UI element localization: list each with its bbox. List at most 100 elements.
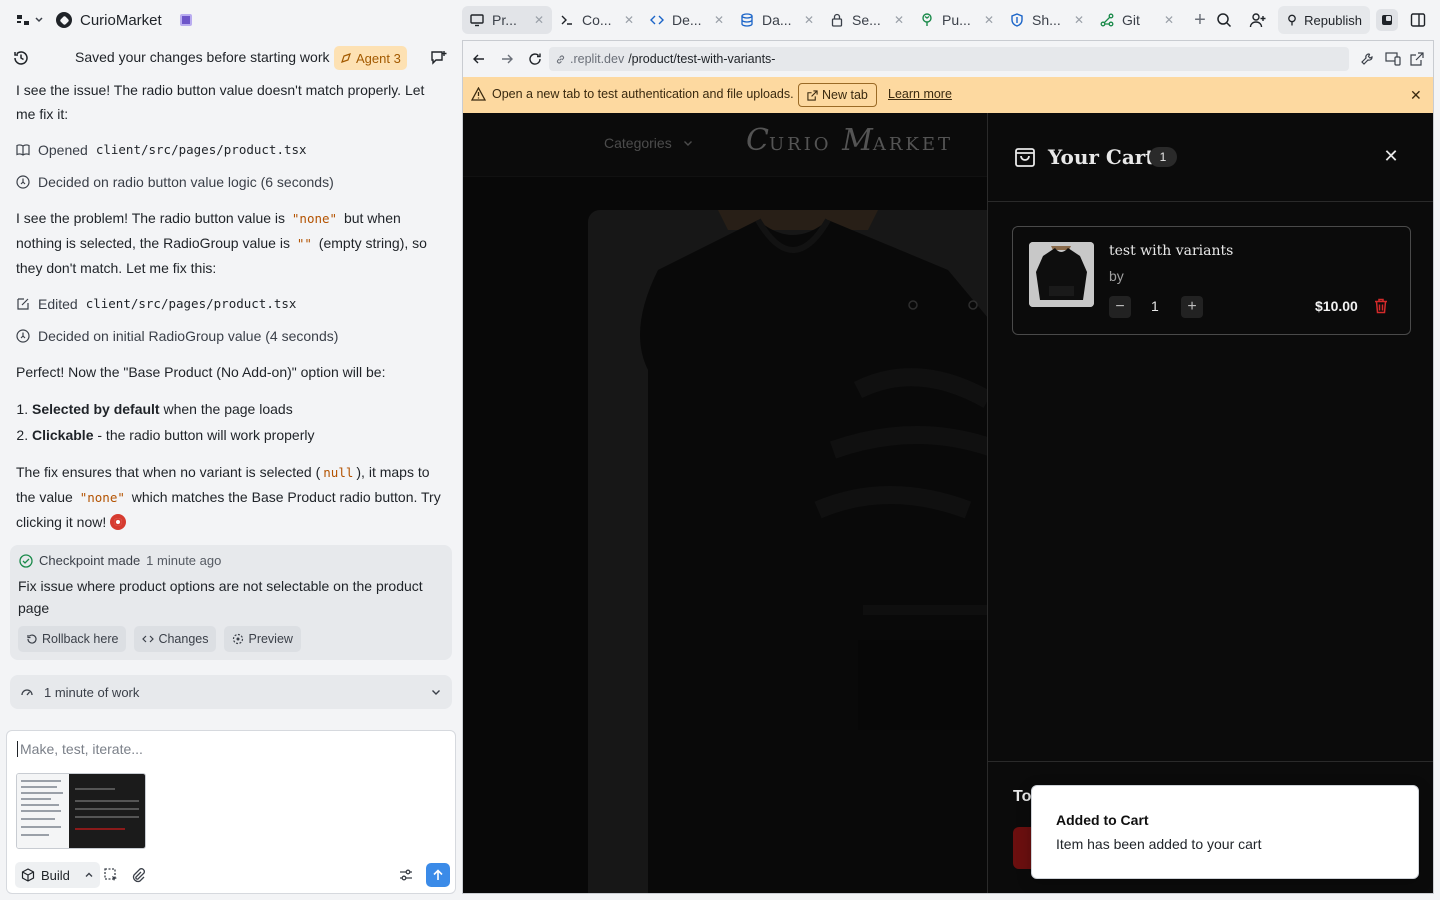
- work-summary[interactable]: 1 minute of work: [10, 675, 452, 709]
- thumbnail-right: [69, 774, 145, 848]
- tab-label: Da...: [762, 12, 792, 28]
- repl-name[interactable]: CurioMarket: [56, 9, 192, 31]
- thumbnail-left: [17, 774, 69, 848]
- decision-icon: [16, 175, 30, 189]
- tab-git[interactable]: Git ✕: [1092, 6, 1182, 34]
- auth-warning-banner: Open a new tab to test authentication an…: [463, 77, 1433, 113]
- close-cart-icon[interactable]: ✕: [1382, 146, 1400, 166]
- bold-text: Clickable: [32, 427, 94, 443]
- store-page: Categories CURIO MARKET: [463, 113, 987, 893]
- close-icon[interactable]: ✕: [984, 13, 994, 27]
- reload-button[interactable]: [527, 51, 543, 67]
- preview-button[interactable]: Preview: [224, 626, 301, 652]
- cart-count-badge: 1: [1149, 147, 1177, 167]
- toggle-layout-button[interactable]: [1404, 6, 1432, 34]
- close-icon[interactable]: ✕: [1164, 13, 1174, 27]
- decision-icon: [16, 329, 30, 343]
- tab-database[interactable]: Da... ✕: [732, 6, 822, 34]
- close-icon[interactable]: ✕: [624, 13, 634, 27]
- repl-status-icon: [179, 14, 192, 26]
- search-button[interactable]: [1210, 6, 1238, 34]
- extension-icon: [1382, 15, 1392, 25]
- tab-label: Se...: [852, 12, 881, 28]
- tab-shell[interactable]: Sh... ✕: [1002, 6, 1092, 34]
- checkpoint-time: 1 minute ago: [146, 553, 222, 568]
- git-icon: [1100, 13, 1114, 27]
- url-domain: .replit.dev: [570, 52, 625, 66]
- rollback-button[interactable]: Rollback here: [18, 626, 127, 652]
- attach-button[interactable]: [128, 865, 148, 885]
- composer-input[interactable]: Make, test, iterate...: [17, 741, 143, 757]
- close-icon[interactable]: ✕: [894, 13, 904, 27]
- history-icon[interactable]: [12, 49, 30, 67]
- close-icon[interactable]: ✕: [804, 13, 814, 27]
- new-tab-button[interactable]: New tab: [798, 83, 877, 107]
- database-icon: [740, 13, 754, 27]
- republish-label: Republish: [1304, 12, 1362, 28]
- publish-icon: [1288, 14, 1297, 26]
- increase-quantity-button[interactable]: +: [1181, 296, 1203, 318]
- chat-header: Saved your changes before starting work …: [0, 44, 462, 72]
- rollback-label: Rollback here: [42, 632, 119, 646]
- monitor-icon: [470, 13, 484, 27]
- decrease-quantity-button[interactable]: −: [1109, 296, 1131, 318]
- decision-action[interactable]: Decided on initial RadioGroup value (4 s…: [16, 324, 446, 348]
- lock-icon: [830, 13, 844, 27]
- message-composer[interactable]: Make, test, iterate... Build: [6, 730, 456, 894]
- close-icon[interactable]: ✕: [534, 13, 544, 27]
- close-icon[interactable]: ✕: [1074, 13, 1084, 27]
- file-action[interactable]: Opened client/src/pages/product.tsx: [16, 138, 446, 162]
- checkpoint-actions: Rollback here Changes Preview: [18, 626, 301, 652]
- devtools-button[interactable]: [1359, 51, 1375, 67]
- paperclip-icon: [132, 868, 145, 883]
- workspace-tabs: Pr... ✕ Co... ✕ De... ✕ Da... ✕ Se... ✕ …: [462, 6, 1214, 34]
- url-field[interactable]: .replit.dev/product/test-with-variants-: [549, 47, 1349, 71]
- attached-screenshot-thumbnail[interactable]: [16, 773, 146, 849]
- tab-secrets[interactable]: Se... ✕: [822, 6, 912, 34]
- url-bar: .replit.dev/product/test-with-variants-: [463, 41, 1433, 77]
- send-button[interactable]: [426, 863, 450, 887]
- tab-label: Co...: [582, 12, 612, 28]
- code-icon: [142, 635, 155, 643]
- republish-button[interactable]: Republish: [1278, 6, 1370, 34]
- open-external-button[interactable]: [1409, 51, 1425, 67]
- cube-icon: [21, 868, 35, 882]
- repl-title: CurioMarket: [80, 11, 162, 29]
- cart-item-name[interactable]: test with variants: [1109, 243, 1233, 259]
- trash-icon[interactable]: [1374, 298, 1388, 314]
- arrow-up-icon: [433, 869, 443, 880]
- decision-action[interactable]: Decided on radio button value logic (6 s…: [16, 170, 446, 194]
- list-item: Selected by default when the page loads: [32, 396, 446, 422]
- rollback-icon: [27, 634, 37, 644]
- text: when the page loads: [163, 401, 293, 417]
- top-bar: CurioMarket Pr... ✕ Co... ✕ De... ✕ Da..…: [0, 0, 1440, 40]
- tab-label: De...: [672, 12, 702, 28]
- device-button[interactable]: [1385, 51, 1401, 67]
- new-chat-icon[interactable]: [430, 49, 448, 67]
- tab-console[interactable]: Co... ✕: [552, 6, 642, 34]
- app-switcher[interactable]: [16, 10, 48, 30]
- learn-more-link[interactable]: Learn more: [888, 87, 952, 101]
- close-icon[interactable]: ✕: [714, 13, 724, 27]
- cart-item-image[interactable]: [1029, 242, 1094, 307]
- file-action[interactable]: Edited client/src/pages/product.tsx: [16, 292, 446, 316]
- apps-icon: [17, 15, 29, 25]
- invite-button[interactable]: [1244, 6, 1272, 34]
- agent-chat-panel: Saved your changes before starting work …: [0, 40, 462, 900]
- extensions-button[interactable]: [1376, 9, 1398, 31]
- tab-devtools[interactable]: De... ✕: [642, 6, 732, 34]
- preview-label: Preview: [248, 632, 293, 646]
- back-button[interactable]: [471, 51, 487, 67]
- tab-publishing[interactable]: Pu... ✕: [912, 6, 1002, 34]
- toast-notification[interactable]: Added to Cart Item has been added to you…: [1031, 785, 1419, 879]
- tab-preview[interactable]: Pr... ✕: [462, 6, 552, 34]
- agent-badge[interactable]: Agent 3: [334, 46, 407, 70]
- mode-selector[interactable]: Build: [15, 862, 100, 888]
- forward-button[interactable]: [499, 51, 515, 67]
- close-banner-icon[interactable]: ✕: [1410, 87, 1422, 104]
- modal-backdrop[interactable]: [463, 113, 987, 893]
- target-emoji-icon: [110, 514, 127, 530]
- select-element-button[interactable]: [101, 865, 121, 885]
- settings-button[interactable]: [396, 865, 416, 885]
- changes-button[interactable]: Changes: [134, 626, 217, 652]
